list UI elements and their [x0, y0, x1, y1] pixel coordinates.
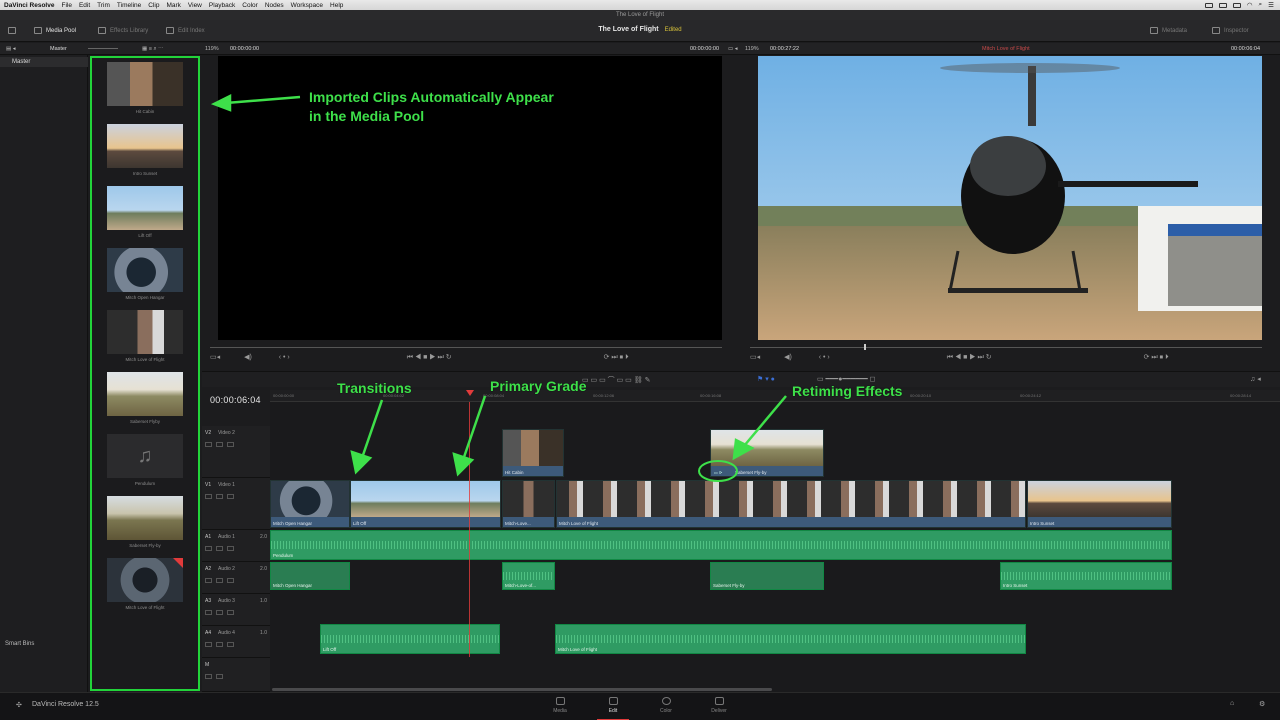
- gear-icon[interactable]: ⚙: [1259, 700, 1265, 708]
- arrow-primary-grade: [461, 395, 487, 461]
- page-color[interactable]: Color: [646, 697, 686, 714]
- page-label: Color: [660, 708, 672, 714]
- arrowhead-primary-grade: [452, 452, 475, 477]
- annotation-primary-grade: Primary Grade: [490, 378, 587, 394]
- annotation-retiming: Retiming Effects: [792, 383, 903, 399]
- page-label: Edit: [608, 708, 618, 714]
- arrow-transitions: [360, 399, 384, 459]
- media-page-icon: [555, 697, 565, 705]
- annotation-layer: [210, 93, 787, 482]
- home-icon[interactable]: ⌂: [1230, 700, 1234, 707]
- annotation-transitions: Transitions: [337, 380, 412, 396]
- deliver-page-icon: [714, 697, 724, 705]
- color-page-icon: [661, 697, 671, 705]
- annotation-arrows: [210, 93, 787, 477]
- page-media[interactable]: Media: [540, 697, 580, 714]
- page-label: Deliver: [711, 708, 727, 714]
- arrowhead-retiming: [732, 438, 755, 461]
- resolve-logo-icon: ✣: [16, 702, 22, 709]
- arrow-retiming: [743, 395, 787, 447]
- page-edit[interactable]: Edit: [593, 697, 633, 720]
- page-deliver[interactable]: Deliver: [699, 697, 739, 714]
- resolve-window: DaVinci Resolve File Edit Trim Timeline …: [0, 0, 1280, 720]
- page-label: Media: [553, 708, 567, 714]
- annotation-media-pool: Imported Clips Automatically Appear in t…: [309, 89, 554, 124]
- arrowhead-transitions: [350, 450, 373, 475]
- app-version: DaVinci Resolve 12.5: [32, 701, 99, 708]
- arrowhead-media-pool: [210, 93, 232, 112]
- edit-page-icon: [608, 697, 618, 705]
- page-nav-footer: ✣ DaVinci Resolve 12.5 Media Edit Color …: [0, 692, 1280, 720]
- arrow-media-pool: [225, 95, 301, 105]
- retime-highlight: [698, 460, 738, 482]
